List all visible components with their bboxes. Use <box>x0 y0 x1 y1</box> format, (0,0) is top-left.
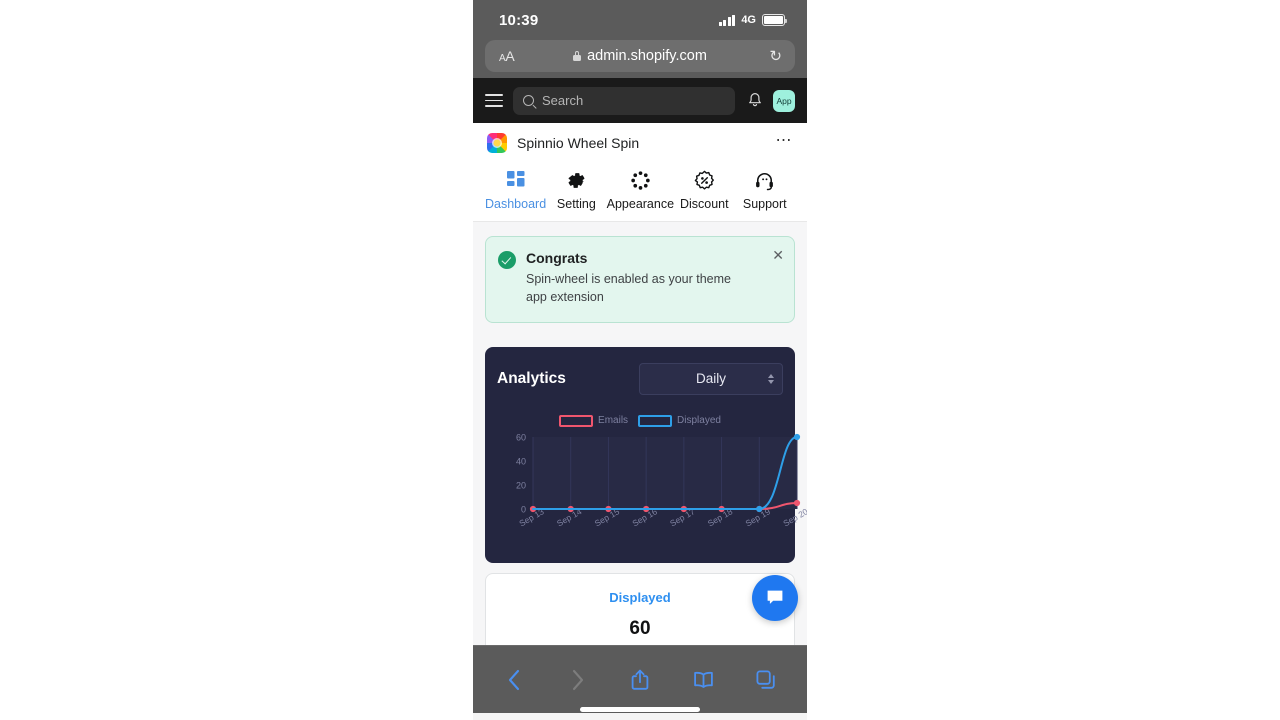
gear-icon <box>566 169 587 191</box>
svg-text:20: 20 <box>516 480 526 490</box>
success-check-icon <box>498 251 516 269</box>
tab-discount[interactable]: Discount <box>674 169 734 211</box>
search-input[interactable]: Search <box>513 86 735 115</box>
text-size-button[interactable]: AA <box>499 48 515 64</box>
spinnio-wheel-logo-icon <box>487 132 507 153</box>
legend-item-emails: Emails <box>559 414 629 427</box>
svg-text:40: 40 <box>516 456 526 466</box>
close-icon[interactable]: ✕ <box>772 248 784 262</box>
stat-label: Displayed <box>609 589 671 605</box>
phone-viewport: 10:39 4G AA admin.shopify.com ↻ Search A… <box>473 0 807 720</box>
status-time: 10:39 <box>499 11 539 29</box>
share-icon[interactable] <box>627 667 653 693</box>
legend-swatch-emails <box>559 414 594 427</box>
shopify-top-nav: Search App <box>473 78 807 123</box>
legend-item-displayed: Displayed <box>638 414 721 427</box>
svg-text:60: 60 <box>516 432 526 442</box>
success-banner: Congrats Spin-wheel is enabled as your t… <box>485 236 795 323</box>
banner-text: Congrats Spin-wheel is enabled as your t… <box>526 250 731 307</box>
url-display[interactable]: admin.shopify.com <box>573 48 707 64</box>
book-icon[interactable] <box>690 667 716 693</box>
percent-badge-icon <box>694 169 715 191</box>
stat-card-displayed: Displayed 60 <box>485 572 795 645</box>
chat-bubble-icon[interactable] <box>752 575 798 621</box>
battery-icon <box>762 14 787 26</box>
search-placeholder: Search <box>542 93 584 108</box>
legend-swatch-displayed <box>638 414 673 427</box>
analytics-line-chart: 0 20 40 60 Sep 13 Sep 14 Sep 15 Sep 16 Sep 17 Sep… <box>497 429 807 545</box>
bell-icon[interactable] <box>747 92 763 109</box>
reload-icon[interactable]: ↻ <box>769 49 782 64</box>
tab-label: Support <box>742 197 787 211</box>
legend-label: Displayed <box>677 415 721 426</box>
tab-appearance[interactable]: Appearance <box>607 169 674 211</box>
more-horizontal-icon[interactable]: ⋯ <box>776 132 794 153</box>
legend-label: Emails <box>598 415 629 426</box>
app-tab-bar: Dashboard Setting Appearance Discount Su… <box>473 162 807 222</box>
app-header: Spinnio Wheel Spin ⋯ <box>473 123 807 162</box>
tab-dashboard[interactable]: Dashboard <box>485 169 546 211</box>
url-text: admin.shopify.com <box>587 48 707 64</box>
ios-status-bar: 10:39 4G <box>473 0 807 40</box>
stat-value: 60 <box>629 617 651 639</box>
analytics-title: Analytics <box>497 369 566 387</box>
tab-setting[interactable]: Setting <box>546 169 606 211</box>
tab-support[interactable]: Support <box>735 169 795 211</box>
browser-url-bar-container: AA admin.shopify.com ↻ <box>473 40 807 78</box>
period-select[interactable]: Daily <box>639 362 783 395</box>
dashboard-content: Congrats Spin-wheel is enabled as your t… <box>473 222 807 645</box>
analytics-header: Analytics Daily <box>497 362 783 395</box>
tabs-icon[interactable] <box>753 667 779 693</box>
tab-label: Discount <box>679 197 729 211</box>
screenshot-root: 10:39 4G AA admin.shopify.com ↻ Search A… <box>0 0 1280 720</box>
banner-message: Spin-wheel is enabled as your theme app … <box>526 272 731 304</box>
tab-label: Dashboard <box>485 197 547 211</box>
svg-text:0: 0 <box>521 504 526 514</box>
page-title: Spinnio Wheel Spin <box>517 134 640 151</box>
signal-bars-icon <box>718 14 736 26</box>
chevron-right-icon <box>564 667 590 693</box>
period-select-value: Daily <box>695 371 726 386</box>
grid-dashboard-icon <box>506 169 526 191</box>
home-indicator <box>580 707 700 712</box>
chevron-left-icon[interactable] <box>501 667 527 693</box>
browser-bottom-bar <box>473 645 807 713</box>
svg-text:Sep 20: Sep 20 <box>781 506 807 528</box>
spinner-circle-icon <box>630 169 651 191</box>
analytics-card: Analytics Daily Emails Displayed 0 20 40… <box>485 346 807 563</box>
status-indicators: 4G <box>718 14 787 26</box>
hamburger-menu-icon[interactable] <box>485 94 503 107</box>
lock-icon <box>573 51 582 61</box>
chart-canvas: 0204060Sep 13 Sep 14 Sep 15 Sep 16 Sep 17 Sep… <box>516 432 807 528</box>
tab-label: Appearance <box>606 197 675 211</box>
account-badge[interactable]: App <box>773 89 795 112</box>
banner-title: Congrats <box>526 250 588 266</box>
stepper-arrows-icon <box>768 373 774 384</box>
network-label: 4G <box>741 14 756 26</box>
headset-icon <box>754 169 775 191</box>
chart-legend: Emails Displayed <box>497 414 783 427</box>
tab-label: Setting <box>556 197 596 211</box>
search-icon <box>523 95 534 106</box>
browser-url-bar[interactable]: AA admin.shopify.com ↻ <box>485 40 795 72</box>
